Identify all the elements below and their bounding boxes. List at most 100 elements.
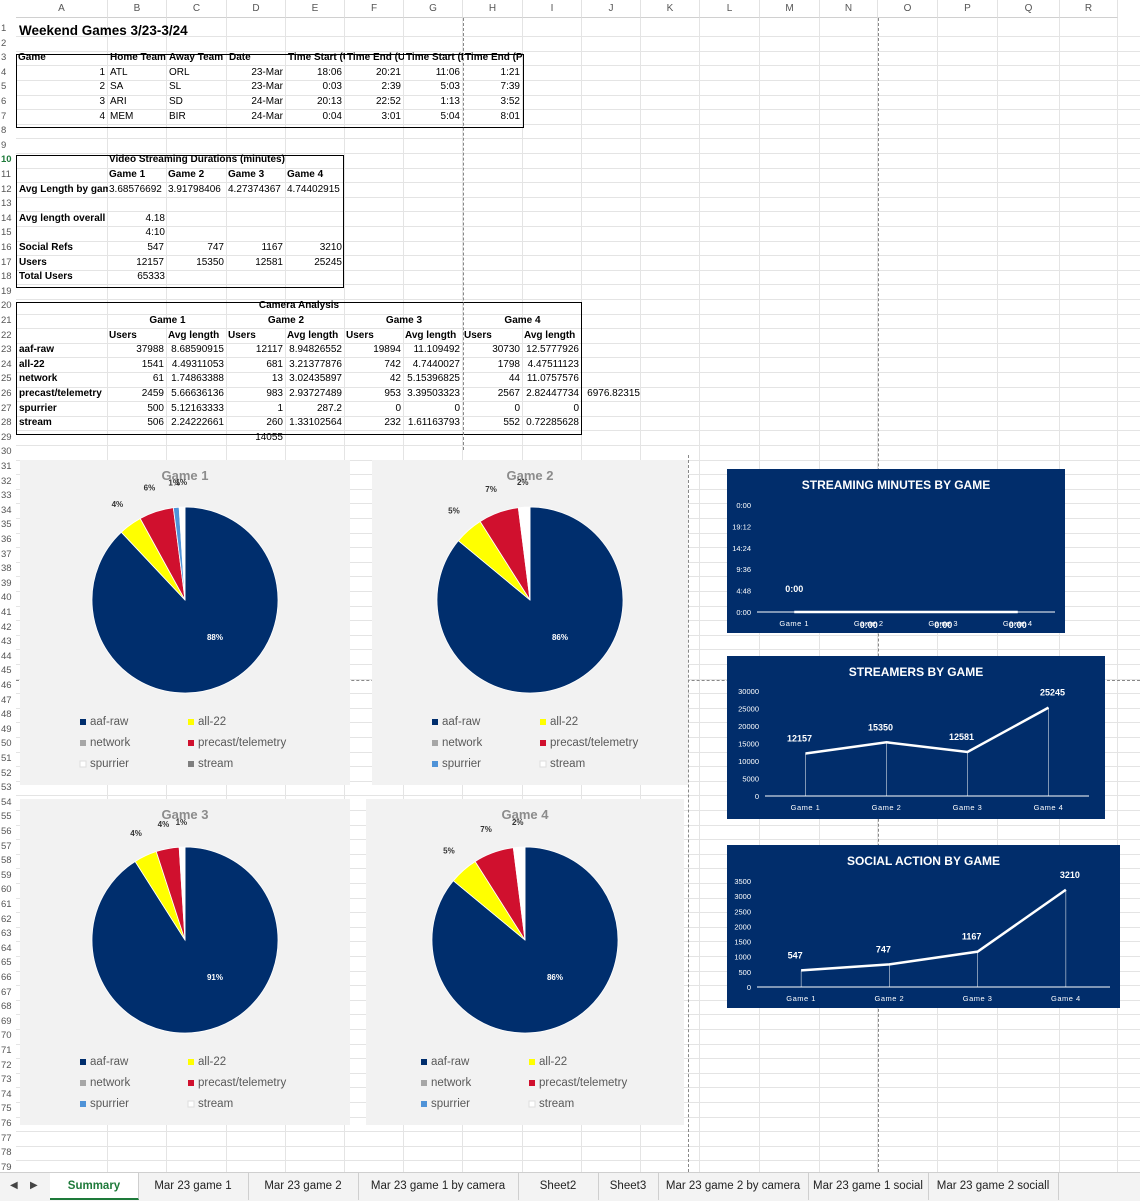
- video-avg-value[interactable]: 4.74402915: [287, 183, 345, 197]
- video-row-label[interactable]: Social Refs: [19, 241, 108, 255]
- camera-cell[interactable]: 2459: [108, 387, 164, 401]
- row-header[interactable]: 53: [0, 781, 16, 796]
- row-header[interactable]: 35: [0, 518, 16, 533]
- row-header[interactable]: 39: [0, 577, 16, 592]
- games-header-cell[interactable]: Home Team: [110, 51, 167, 65]
- row-header[interactable]: 64: [0, 942, 16, 957]
- sheet-tab[interactable]: Summary: [50, 1173, 139, 1200]
- sheet-tab[interactable]: Mar 23 game 2: [248, 1173, 359, 1200]
- row-header[interactable]: 23: [0, 343, 16, 358]
- pie-chart-game-1[interactable]: Game 1 88% 4% 6% 1% 1% aaf-raw all-22 network pre…: [20, 460, 350, 785]
- camera-cell[interactable]: 1.61163793: [404, 416, 460, 430]
- sheet-tab[interactable]: Mar 23 game 1 social: [808, 1173, 929, 1200]
- camera-cell[interactable]: 19894: [345, 343, 401, 357]
- column-header[interactable]: O: [878, 0, 938, 18]
- row-header[interactable]: 77: [0, 1132, 16, 1147]
- games-cell[interactable]: 2: [18, 80, 105, 94]
- row-header[interactable]: 75: [0, 1102, 16, 1117]
- games-cell[interactable]: 23-Mar: [229, 80, 283, 94]
- camera-sub-header[interactable]: Users: [228, 329, 286, 343]
- row-header[interactable]: 17: [0, 256, 16, 271]
- row-header[interactable]: 65: [0, 956, 16, 971]
- camera-cell[interactable]: 3.39503323: [404, 387, 460, 401]
- camera-sub-header[interactable]: Users: [346, 329, 404, 343]
- camera-cell[interactable]: 5.15396825: [404, 372, 460, 386]
- camera-cell[interactable]: 11.0757576: [523, 372, 579, 386]
- games-cell[interactable]: 20:13: [288, 95, 342, 109]
- row-header[interactable]: 1: [0, 22, 16, 37]
- camera-cell[interactable]: 983: [227, 387, 283, 401]
- row-header[interactable]: 58: [0, 854, 16, 869]
- column-header[interactable]: N: [820, 0, 878, 18]
- sheet-tab[interactable]: Sheet2: [518, 1173, 599, 1200]
- column-header[interactable]: G: [404, 0, 463, 18]
- camera-cell[interactable]: 2.24222661: [167, 416, 224, 430]
- users-value[interactable]: 15350: [167, 256, 224, 270]
- camera-cell[interactable]: 1.74863388: [167, 372, 224, 386]
- games-cell[interactable]: 0:04: [288, 110, 342, 124]
- row-header[interactable]: 60: [0, 883, 16, 898]
- row-header[interactable]: 18: [0, 270, 16, 285]
- row-header[interactable]: 72: [0, 1059, 16, 1074]
- row-header[interactable]: 24: [0, 358, 16, 373]
- row-header[interactable]: 29: [0, 431, 16, 446]
- camera-cell[interactable]: 1798: [463, 358, 520, 372]
- games-cell[interactable]: 3:01: [347, 110, 401, 124]
- row-header[interactable]: 21: [0, 314, 16, 329]
- social-refs-value[interactable]: 747: [167, 241, 224, 255]
- row-header[interactable]: 42: [0, 621, 16, 636]
- row-header[interactable]: 7: [0, 110, 16, 125]
- camera-cell[interactable]: 2.93727489: [286, 387, 342, 401]
- camera-sub-header[interactable]: Avg length: [524, 329, 582, 343]
- row-header[interactable]: 45: [0, 664, 16, 679]
- camera-cell[interactable]: 953: [345, 387, 401, 401]
- camera-cell[interactable]: 12117: [227, 343, 283, 357]
- games-header-cell[interactable]: Date: [229, 51, 286, 65]
- video-row-label[interactable]: Avg Length by gam: [19, 183, 108, 197]
- camera-cell[interactable]: 1.33102564: [286, 416, 342, 430]
- games-cell[interactable]: 24-Mar: [229, 95, 283, 109]
- row-header[interactable]: 16: [0, 241, 16, 256]
- camera-cell[interactable]: 4.7440027: [404, 358, 460, 372]
- chart-streamers[interactable]: STREAMERS BY GAME 0 5000 10000 15000 20000 250…: [727, 656, 1105, 819]
- chart-social-action[interactable]: SOCIAL ACTION BY GAME 0 500 1000 1500 2000 250…: [727, 845, 1120, 1008]
- scroll-right-icon[interactable]: ▶: [30, 1180, 38, 1191]
- video-game-header[interactable]: Game 4: [287, 168, 345, 182]
- row-header[interactable]: 12: [0, 183, 16, 198]
- games-cell[interactable]: 20:21: [347, 66, 401, 80]
- row-header[interactable]: 19: [0, 285, 16, 300]
- column-header[interactable]: C: [167, 0, 227, 18]
- games-cell[interactable]: 0:03: [288, 80, 342, 94]
- row-header[interactable]: 56: [0, 825, 16, 840]
- row-header[interactable]: 69: [0, 1015, 16, 1030]
- video-row-label[interactable]: Users: [19, 256, 108, 270]
- row-header[interactable]: 4: [0, 66, 16, 81]
- row-header[interactable]: 11: [0, 168, 16, 183]
- games-cell[interactable]: 2:39: [347, 80, 401, 94]
- row-header[interactable]: 32: [0, 475, 16, 490]
- sheet-tab[interactable]: Mar 23 game 1: [138, 1173, 249, 1200]
- row-header[interactable]: 61: [0, 898, 16, 913]
- column-header[interactable]: F: [345, 0, 404, 18]
- row-header[interactable]: 63: [0, 927, 16, 942]
- row-header[interactable]: 5: [0, 80, 16, 95]
- row-header[interactable]: 59: [0, 869, 16, 884]
- row-header[interactable]: 27: [0, 402, 16, 417]
- camera-cell[interactable]: 3.02435897: [286, 372, 342, 386]
- row-header[interactable]: 47: [0, 694, 16, 709]
- video-avg-value[interactable]: 3.68576692: [109, 183, 167, 197]
- spreadsheet-grid[interactable]: ABCDEFGHIJKLMNOPQR 1 2 3 4 5 6 7 8 9 10 11 12 13 14 15…: [0, 0, 1140, 1172]
- camera-game-header[interactable]: Game 1: [108, 314, 227, 328]
- camera-cell[interactable]: 4.47511123: [523, 358, 579, 372]
- sheet-tab[interactable]: Sheet3: [598, 1173, 659, 1200]
- games-header-cell[interactable]: Time Start (P: [406, 51, 463, 65]
- row-header[interactable]: 49: [0, 723, 16, 738]
- camera-cell[interactable]: 287.2: [286, 402, 342, 416]
- users-value[interactable]: 12581: [227, 256, 283, 270]
- row-header[interactable]: 28: [0, 416, 16, 431]
- games-header-cell[interactable]: Away Team: [169, 51, 227, 65]
- row-header[interactable]: 78: [0, 1146, 16, 1161]
- camera-cell[interactable]: 42: [345, 372, 401, 386]
- camera-extra-value[interactable]: 6976.82315: [582, 387, 640, 401]
- column-header[interactable]: E: [286, 0, 345, 18]
